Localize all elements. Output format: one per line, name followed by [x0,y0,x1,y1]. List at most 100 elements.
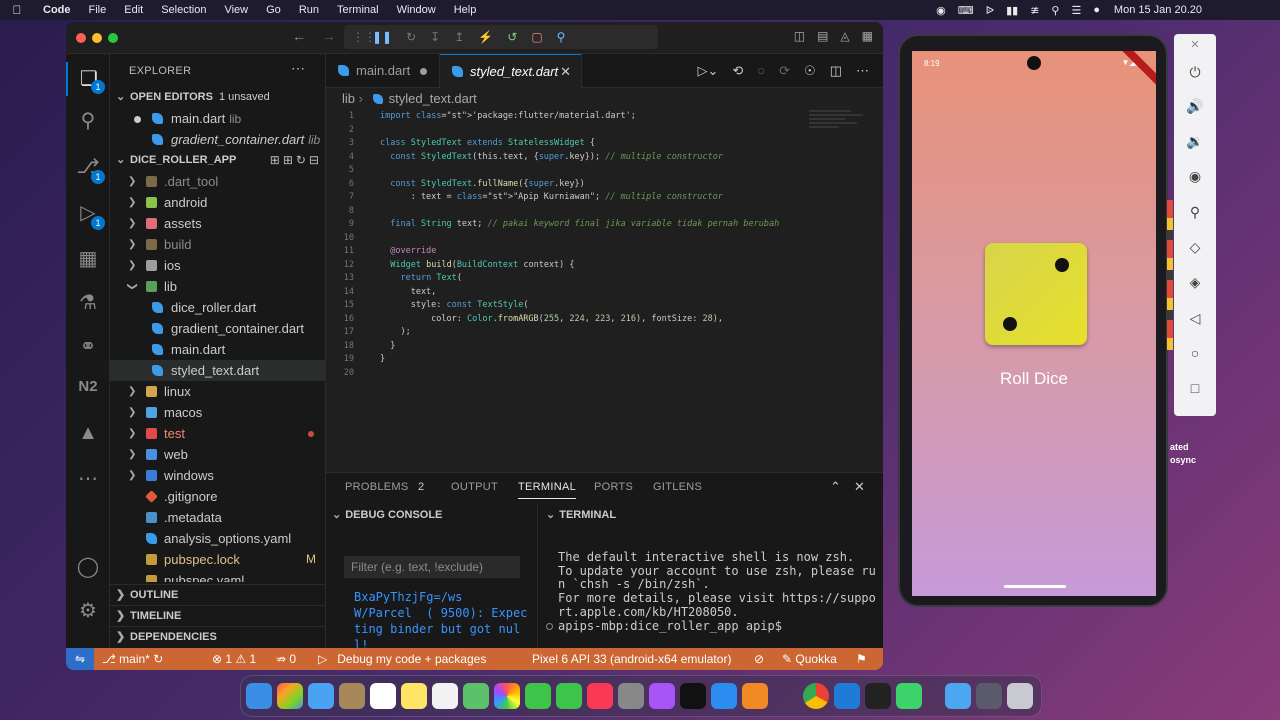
quokka-status[interactable]: ✎ Quokka [782,648,837,670]
code-line[interactable]: 6 const StyledText.fullName({super.key}) [326,178,866,192]
angular-icon[interactable]: ▲ [66,422,110,445]
apple-tv-icon[interactable] [680,683,706,709]
terminal-header[interactable]: ⌄ TERMINAL [546,508,616,521]
project-actions[interactable]: ⊞⊞↻⊟ [270,150,322,171]
tree-item-gradient-container[interactable]: gradient_container.dart [110,318,325,339]
drag-handle-icon[interactable]: ⋮⋮ [352,30,376,44]
remote-explorer-icon[interactable]: ⚭ [66,334,110,359]
zoom-window-button[interactable] [108,33,118,43]
notifications-bell-icon[interactable]: ⚑ [856,648,867,670]
bluetooth-icon[interactable]: ᐉ [986,4,994,17]
control-center-icon[interactable]: ☰ [1071,4,1081,17]
battery-icon[interactable]: ▮▮ [1006,4,1018,17]
open-editor-item[interactable]: gradient_container.dart lib [110,129,325,150]
tab-output[interactable]: OUTPUT [451,481,498,493]
search-icon[interactable]: ⚲ [66,108,110,133]
testing-icon[interactable]: ⚗ [66,290,110,315]
tree-item-windows[interactable]: ❯ windows [110,465,325,486]
step-into-icon[interactable]: ↧ [430,30,440,44]
branch-status[interactable]: ⎇ main* ↻ [102,648,163,670]
problems-status[interactable]: ⊗ 1 ⚠ 1 [212,648,256,670]
step-over-icon[interactable]: ↻ [406,30,416,44]
code-line[interactable]: 11 @override [326,245,866,259]
photos-icon[interactable] [494,683,520,709]
split-editor-icon[interactable]: ◫ [830,63,842,79]
maximize-panel-icon[interactable]: ⌃ [830,479,841,495]
tree-item-assets[interactable]: ❯ assets [110,213,325,234]
volume-up-icon[interactable]: 🔊 [1174,98,1216,115]
close-panel-icon[interactable]: ✕ [854,479,865,495]
window-stack-icon[interactable] [976,683,1002,709]
code-line[interactable]: 1 import class="st">'package:flutter/mate… [326,110,866,124]
system-settings-icon[interactable] [618,683,644,709]
wifi-icon[interactable]: ≇ [1030,4,1039,17]
timeline-header[interactable]: ❯ TIMELINE [110,605,325,626]
launchpad-icon[interactable] [277,683,303,709]
tree-item-lib[interactable]: ❯ lib [110,276,325,297]
restart-icon[interactable]: ↺ [507,30,517,44]
project-header[interactable]: ⌄ DICE_ROLLER_APP ⊞⊞↻⊟ [110,150,325,171]
debug-filter-input[interactable]: Filter (e.g. text, !exclude) [344,556,520,578]
devtools-icon[interactable]: ⚲ [557,30,566,44]
calendar-icon[interactable] [370,683,396,709]
tree-item-web[interactable]: ❯ web [110,444,325,465]
back-arrow-icon[interactable]: ← [292,28,306,44]
tab-terminal[interactable]: TERMINAL [518,481,577,499]
tree-item-metadata[interactable]: .metadata [110,507,325,528]
code-line[interactable]: 16 color: Color.fromARGB(255, 224, 223, … [326,313,866,327]
terminal[interactable]: ⌄ TERMINAL The default interactive shell … [538,503,883,649]
home-gesture-bar[interactable] [1004,585,1066,588]
toggle-secondary-sidebar-icon[interactable]: ◬ [840,29,849,43]
go-back-icon[interactable]: ⟲ [732,63,743,79]
code-line[interactable]: 17 ); [326,326,866,340]
app-menu[interactable]: Code [34,4,80,16]
code-line[interactable]: 12 Widget build(BuildContext context) { [326,259,866,273]
remote-icon[interactable]: ⇋ [66,648,94,670]
debug-mode-status[interactable]: ▷ Debug my code + packages [318,648,486,670]
go-forward-icon[interactable]: ⟳ [779,63,790,79]
outline-header[interactable]: ❯ OUTLINE [110,584,325,605]
explorer-more-icon[interactable]: ⋯ [291,60,305,77]
overview-icon[interactable]: □ [1174,380,1216,396]
tree-item-pubspec-yaml[interactable]: pubspec.yaml [110,570,325,582]
dot-icon[interactable]: ○ [757,63,765,79]
code-line[interactable]: 20 [326,367,866,381]
tree-item-android[interactable]: ❯ android [110,192,325,213]
tree-item-main[interactable]: main.dart [110,339,325,360]
android-studio-icon[interactable] [896,683,922,709]
notes-icon[interactable] [401,683,427,709]
more-icon[interactable]: ⋯ [1174,412,1216,429]
customize-layout-icon[interactable]: ▦ [862,29,873,43]
tree-item-dart-tool[interactable]: ❯ .dart_tool [110,171,325,192]
gitlens-icon[interactable]: ☉ [804,63,816,79]
tab-gitlens[interactable]: GITLENS [653,481,702,493]
more-actions-icon[interactable]: ⋯ [856,63,869,79]
books-icon[interactable] [742,683,768,709]
code-line[interactable]: 19} [326,353,866,367]
messages-icon[interactable] [525,683,551,709]
keyboard-icon[interactable]: ⌨ [958,4,974,17]
accounts-icon[interactable]: ◯ [66,554,110,579]
step-out-icon[interactable]: ↥ [454,30,464,44]
menu-view[interactable]: View [215,4,257,16]
tree-item-pubspec-lock[interactable]: pubspec.lock M [110,549,325,570]
code-line[interactable]: 7 : text = class="st">"Apip Kurniawan"; … [326,191,866,205]
tree-item-ios[interactable]: ❯ ios [110,255,325,276]
facetime-icon[interactable] [556,683,582,709]
terminal-icon[interactable] [865,683,891,709]
roll-dice-button[interactable]: Roll Dice [912,369,1156,389]
podcasts-icon[interactable] [649,683,675,709]
finder-icon[interactable] [246,683,272,709]
apple-menu-icon[interactable]:  [0,3,34,17]
close-window-button[interactable] [76,33,86,43]
menu-edit[interactable]: Edit [115,4,152,16]
tree-item-linux[interactable]: ❯ linux [110,381,325,402]
tree-item-build[interactable]: ❯ build [110,234,325,255]
breadcrumb-file[interactable]: styled_text.dart [389,91,477,106]
tab-problems[interactable]: PROBLEMS [345,481,409,493]
code-line[interactable]: 3 class StyledText extends StatelessWidge… [326,137,866,151]
tree-item-test[interactable]: ❯ test [110,423,325,444]
hot-reload-icon[interactable]: ⚡ [478,30,493,44]
volume-down-icon[interactable]: 🔉 [1174,133,1216,150]
code-line[interactable]: 4 const StyledText(this.text, {super.key… [326,151,866,165]
